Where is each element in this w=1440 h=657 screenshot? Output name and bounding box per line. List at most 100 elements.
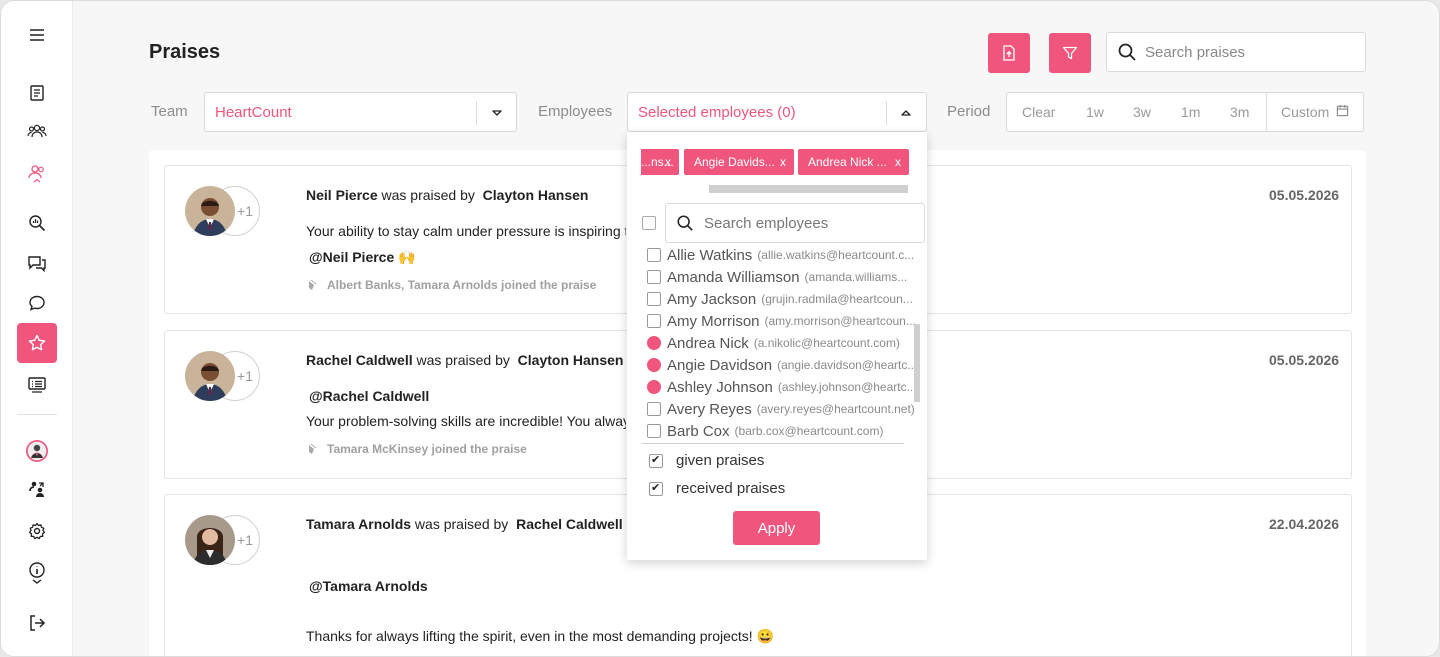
employee-checkbox[interactable] — [647, 424, 661, 438]
receiver-name[interactable]: Neil Pierce — [306, 187, 378, 203]
given-praises-checkbox[interactable] — [649, 453, 663, 468]
search-input[interactable] — [1145, 43, 1345, 61]
praised-by-text: was praised by — [416, 352, 510, 368]
list-icon[interactable] — [17, 365, 57, 405]
settings-icon[interactable] — [17, 511, 57, 551]
users-icon[interactable] — [17, 153, 57, 193]
employee-option[interactable]: Avery Reyes (avery.reyes@heartcount.net) — [647, 398, 917, 420]
filter-button[interactable] — [1049, 33, 1091, 73]
period-1m-button[interactable]: 1m — [1181, 104, 1200, 120]
select-divider — [476, 101, 477, 125]
employee-email: (grujin.radmila@heartcoun... — [761, 292, 913, 306]
praise-mention: @Tamara Arnolds — [309, 578, 428, 594]
team-select-value: HeartCount — [215, 104, 292, 121]
employee-checkbox[interactable] — [647, 270, 661, 284]
receiver-avatar[interactable] — [185, 186, 235, 236]
employee-checkbox[interactable] — [647, 292, 661, 306]
giver-name[interactable]: Clayton Hansen — [483, 187, 589, 203]
employee-search-box[interactable] — [665, 203, 925, 243]
employee-option[interactable]: Barb Cox (barb.cox@heartcount.com) — [647, 420, 917, 442]
employee-option[interactable]: Andrea Nick (a.nikolic@heartcount.com) — [647, 332, 917, 354]
giver-name[interactable]: Rachel Caldwell — [516, 516, 623, 532]
chevron-down-icon — [492, 110, 502, 116]
star-icon[interactable] — [17, 323, 57, 363]
employee-name: Amanda Williamson — [667, 268, 800, 286]
joined-text: Tamara McKinsey joined the praise — [327, 442, 527, 456]
praise-headline: Tamara Arnolds was praised by Rachel Cal… — [306, 516, 623, 532]
clap-icon — [309, 279, 317, 290]
period-clear-button[interactable]: Clear — [1022, 104, 1055, 120]
receiver-avatar[interactable] — [185, 351, 235, 401]
employee-name: Avery Reyes — [667, 400, 752, 418]
employee-option[interactable]: Amy Jackson (grujin.radmila@heartcoun... — [647, 288, 917, 310]
employee-option[interactable]: Allie Watkins (allie.watkins@heartcount.c… — [647, 244, 917, 266]
employee-name: Angie Davidson — [667, 356, 773, 374]
period-divider — [1266, 93, 1267, 131]
calendar-icon[interactable] — [1336, 104, 1349, 117]
period-3w-button[interactable]: 3w — [1133, 104, 1151, 120]
employee-option[interactable]: Amanda Williamson (amanda.williams... — [647, 266, 917, 288]
logout-icon[interactable] — [17, 603, 57, 643]
selected-chip[interactable]: Andrea Nick ... x — [798, 149, 909, 175]
selected-chip[interactable]: Angie Davids... x — [684, 149, 794, 175]
export-button[interactable] — [988, 33, 1030, 73]
menu-icon[interactable] — [17, 15, 57, 55]
joined-text: Albert Banks, Tamara Arnolds joined the … — [327, 278, 597, 292]
employee-list-scrollbar[interactable] — [914, 324, 920, 402]
chats-icon[interactable] — [17, 243, 57, 283]
employee-email: (allie.watkins@heartcount.c... — [757, 248, 915, 262]
employee-option[interactable]: Ashley Johnson (ashley.johnson@heartc... — [647, 376, 917, 398]
employee-option[interactable]: Angie Davidson (angie.davidson@heartc... — [647, 354, 917, 376]
employee-checkbox[interactable] — [647, 248, 661, 262]
employee-checkbox[interactable] — [647, 402, 661, 416]
chip-remove-button[interactable]: x — [780, 155, 786, 169]
select-all-checkbox[interactable] — [642, 216, 656, 230]
praise-search-box[interactable] — [1106, 32, 1366, 72]
chip-remove-button[interactable]: x — [665, 155, 671, 169]
employee-email: (angie.davidson@heartc... — [777, 358, 917, 372]
clap-icon — [309, 443, 317, 454]
switch-users-icon[interactable] — [17, 469, 57, 509]
info-icon[interactable] — [17, 553, 57, 593]
giver-name[interactable]: Clayton Hansen — [518, 352, 624, 368]
profile-avatar[interactable] — [17, 431, 57, 471]
employee-name: Amy Jackson — [667, 290, 757, 308]
chips-scrollbar[interactable] — [709, 185, 908, 193]
praise-message: Your problem-solving skills are incredib… — [306, 413, 626, 429]
employee-search-input[interactable] — [704, 214, 914, 232]
employees-select-value: Selected employees (0) — [638, 104, 796, 121]
app-window: Praises Team HeartCount Employees Select… — [0, 0, 1440, 657]
report-icon[interactable] — [17, 73, 57, 113]
employee-checkbox-selected[interactable] — [647, 336, 661, 350]
employee-option[interactable]: Amy Morrison (amy.morrison@heartcoun... — [647, 310, 917, 332]
team-select[interactable]: HeartCount — [204, 92, 517, 132]
sidebar-divider — [17, 414, 57, 415]
team-icon[interactable] — [17, 111, 57, 151]
employee-name: Andrea Nick — [667, 334, 749, 352]
period-label: Period — [947, 103, 991, 120]
receiver-name[interactable]: Tamara Arnolds — [306, 516, 411, 532]
receiver-name[interactable]: Rachel Caldwell — [306, 352, 413, 368]
praise-message: Your ability to stay calm under pressure… — [306, 223, 626, 239]
apply-button[interactable]: Apply — [733, 511, 820, 545]
received-praises-checkbox[interactable] — [649, 481, 663, 496]
employee-name: Barb Cox — [667, 422, 730, 440]
period-selector: Clear 1w 3w 1m 3m Custom — [1006, 92, 1364, 132]
employee-checkbox-selected[interactable] — [647, 358, 661, 372]
employees-select[interactable]: Selected employees (0) — [627, 92, 927, 132]
employees-dropdown: ...ns... x Angie Davids... x Andrea Nick… — [627, 132, 927, 560]
chip-remove-button[interactable]: x — [895, 155, 901, 169]
period-custom-button[interactable]: Custom — [1281, 104, 1329, 120]
period-3m-button[interactable]: 3m — [1230, 104, 1249, 120]
receiver-avatar[interactable] — [185, 515, 235, 565]
employee-checkbox-selected[interactable] — [647, 380, 661, 394]
praised-by-text: was praised by — [381, 187, 475, 203]
analytics-icon[interactable] — [17, 203, 57, 243]
chat-icon[interactable] — [17, 283, 57, 323]
selected-chip[interactable]: ...ns... x — [641, 149, 679, 175]
received-praises-option[interactable]: received praises — [649, 480, 785, 497]
employee-checkbox[interactable] — [647, 314, 661, 328]
given-praises-option[interactable]: given praises — [649, 452, 764, 469]
joined-info: Tamara McKinsey joined the praise — [306, 442, 527, 456]
period-1w-button[interactable]: 1w — [1086, 104, 1104, 120]
